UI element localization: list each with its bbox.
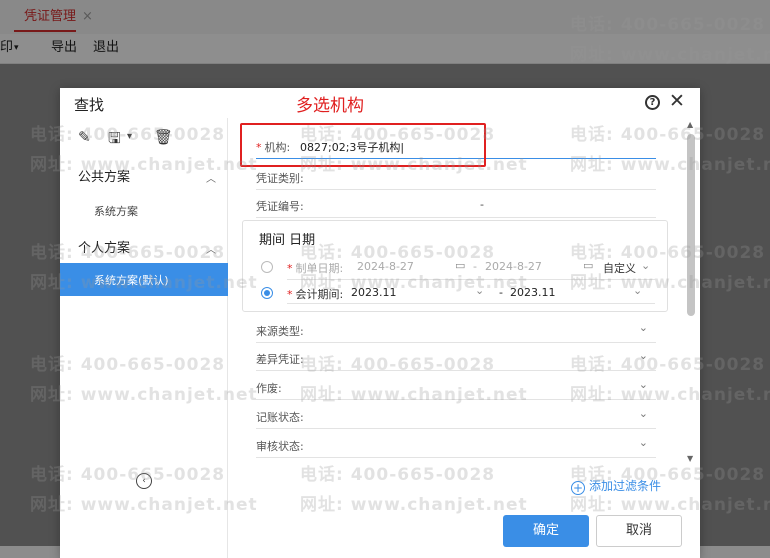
chevron-down-icon[interactable]: ⌄ xyxy=(475,284,484,297)
delete-icon[interactable]: 🗑 xyxy=(154,128,173,146)
chevron-down-icon[interactable]: ⌄ xyxy=(639,378,648,391)
public-scheme-header[interactable]: 公共方案 xyxy=(78,166,130,185)
chevron-down-icon[interactable]: ⌄ xyxy=(639,407,648,420)
voucher-type-label: 凭证类别: xyxy=(256,172,304,185)
personal-scheme-header[interactable]: 个人方案 xyxy=(78,237,130,256)
voucher-no-field[interactable]: 凭证编号: xyxy=(256,194,656,218)
filter-scrollbar[interactable]: ▲ ▼ xyxy=(684,120,698,464)
collapse-panel-icon[interactable]: ‹ xyxy=(136,473,152,489)
void-label: 作废: xyxy=(256,382,282,395)
chevron-down-icon[interactable]: ⌄ xyxy=(639,321,648,334)
save-icon[interactable]: 🖫 xyxy=(108,128,121,153)
annotation-label: 多选机构 xyxy=(296,96,364,116)
date-range-separator: - xyxy=(473,260,477,273)
required-mark: * xyxy=(287,288,293,301)
filter-panel: * 机构: 0827;02;3号子机构| 凭证类别: 凭证编号: - 期间 日期 … xyxy=(228,118,700,558)
period-range-separator: - xyxy=(499,286,503,299)
calendar-icon[interactable]: ▭ xyxy=(455,259,465,272)
add-filter-button[interactable]: + 添加过滤条件 xyxy=(571,477,661,495)
scheme-item-personal-default[interactable]: 系统方案(默认) xyxy=(60,263,228,296)
ok-button[interactable]: 确定 xyxy=(503,515,589,547)
cancel-button[interactable]: 取消 xyxy=(596,515,682,547)
scroll-up-icon[interactable]: ▲ xyxy=(687,120,693,129)
add-filter-label: 添加过滤条件 xyxy=(589,479,662,493)
post-status-field[interactable]: 记账状态: ⌄ xyxy=(256,405,656,429)
annotation-highlight-box xyxy=(240,123,486,167)
period-title: 期间 日期 xyxy=(259,233,316,248)
acct-period-to-select[interactable]: 2023.11 xyxy=(510,286,556,299)
plus-icon: + xyxy=(571,481,585,495)
chevron-up-icon[interactable]: ︿ xyxy=(206,170,216,185)
dialog-title: 查找 xyxy=(74,96,105,114)
scheme-panel: ✎ 🖫 ▾ 🗑 公共方案 ︿ 系统方案 个人方案 ︿ 系统方案(默认) ‹ xyxy=(60,118,228,558)
make-date-label: 制单日期: xyxy=(295,262,344,275)
audit-status-label: 审核状态: xyxy=(256,440,304,453)
voucher-no-label: 凭证编号: xyxy=(256,200,304,213)
scheme-item-public-system[interactable]: 系统方案 xyxy=(94,203,138,219)
divider xyxy=(287,303,655,304)
source-type-field[interactable]: 来源类型: ⌄ xyxy=(256,319,656,343)
make-date-from-input[interactable]: 2024-8-27 xyxy=(357,260,414,273)
make-date-to-input[interactable]: 2024-8-27 xyxy=(485,260,542,273)
diff-voucher-field[interactable]: 差异凭证: ⌄ xyxy=(256,347,656,371)
edit-icon[interactable]: ✎ xyxy=(78,128,91,146)
chevron-up-icon[interactable]: ︿ xyxy=(206,241,216,256)
acct-period-from-select[interactable]: 2023.11 xyxy=(351,286,397,299)
acct-period-radio[interactable] xyxy=(261,287,273,299)
date-mode-select[interactable]: 自定义 xyxy=(603,260,636,276)
post-status-label: 记账状态: xyxy=(256,411,304,424)
scroll-down-icon[interactable]: ▼ xyxy=(687,454,693,463)
audit-status-field[interactable]: 审核状态: ⌄ xyxy=(256,434,656,458)
save-dropdown-icon[interactable]: ▾ xyxy=(127,131,132,142)
scheme-item-label: 系统方案(默认) xyxy=(94,274,169,287)
chevron-down-icon[interactable]: ⌄ xyxy=(641,259,650,272)
void-field[interactable]: 作废: ⌄ xyxy=(256,376,656,400)
help-icon[interactable]: ? xyxy=(645,95,660,110)
search-dialog: 查找 多选机构 ? ✕ ✎ 🖫 ▾ 🗑 公共方案 ︿ 系统方案 个人方案 ︿ 系… xyxy=(60,88,700,558)
divider xyxy=(287,279,655,280)
close-icon[interactable]: ✕ xyxy=(669,90,685,112)
chevron-down-icon[interactable]: ⌄ xyxy=(639,349,648,362)
acct-period-label: 会计期间: xyxy=(295,288,344,301)
period-date-group: 期间 日期 * 制单日期: 2024-8-27 ▭ - 2024-8-27 ▭ 自… xyxy=(242,220,668,312)
calendar-icon[interactable]: ▭ xyxy=(583,259,593,272)
source-type-label: 来源类型: xyxy=(256,325,304,338)
scroll-thumb[interactable] xyxy=(687,134,695,316)
make-date-radio[interactable] xyxy=(261,261,273,273)
diff-voucher-label: 差异凭证: xyxy=(256,353,304,366)
chevron-down-icon[interactable]: ⌄ xyxy=(639,436,648,449)
voucher-no-separator: - xyxy=(480,198,484,211)
voucher-type-field[interactable]: 凭证类别: xyxy=(256,166,656,190)
required-mark: * xyxy=(287,262,293,275)
chevron-down-icon[interactable]: ⌄ xyxy=(633,284,642,297)
